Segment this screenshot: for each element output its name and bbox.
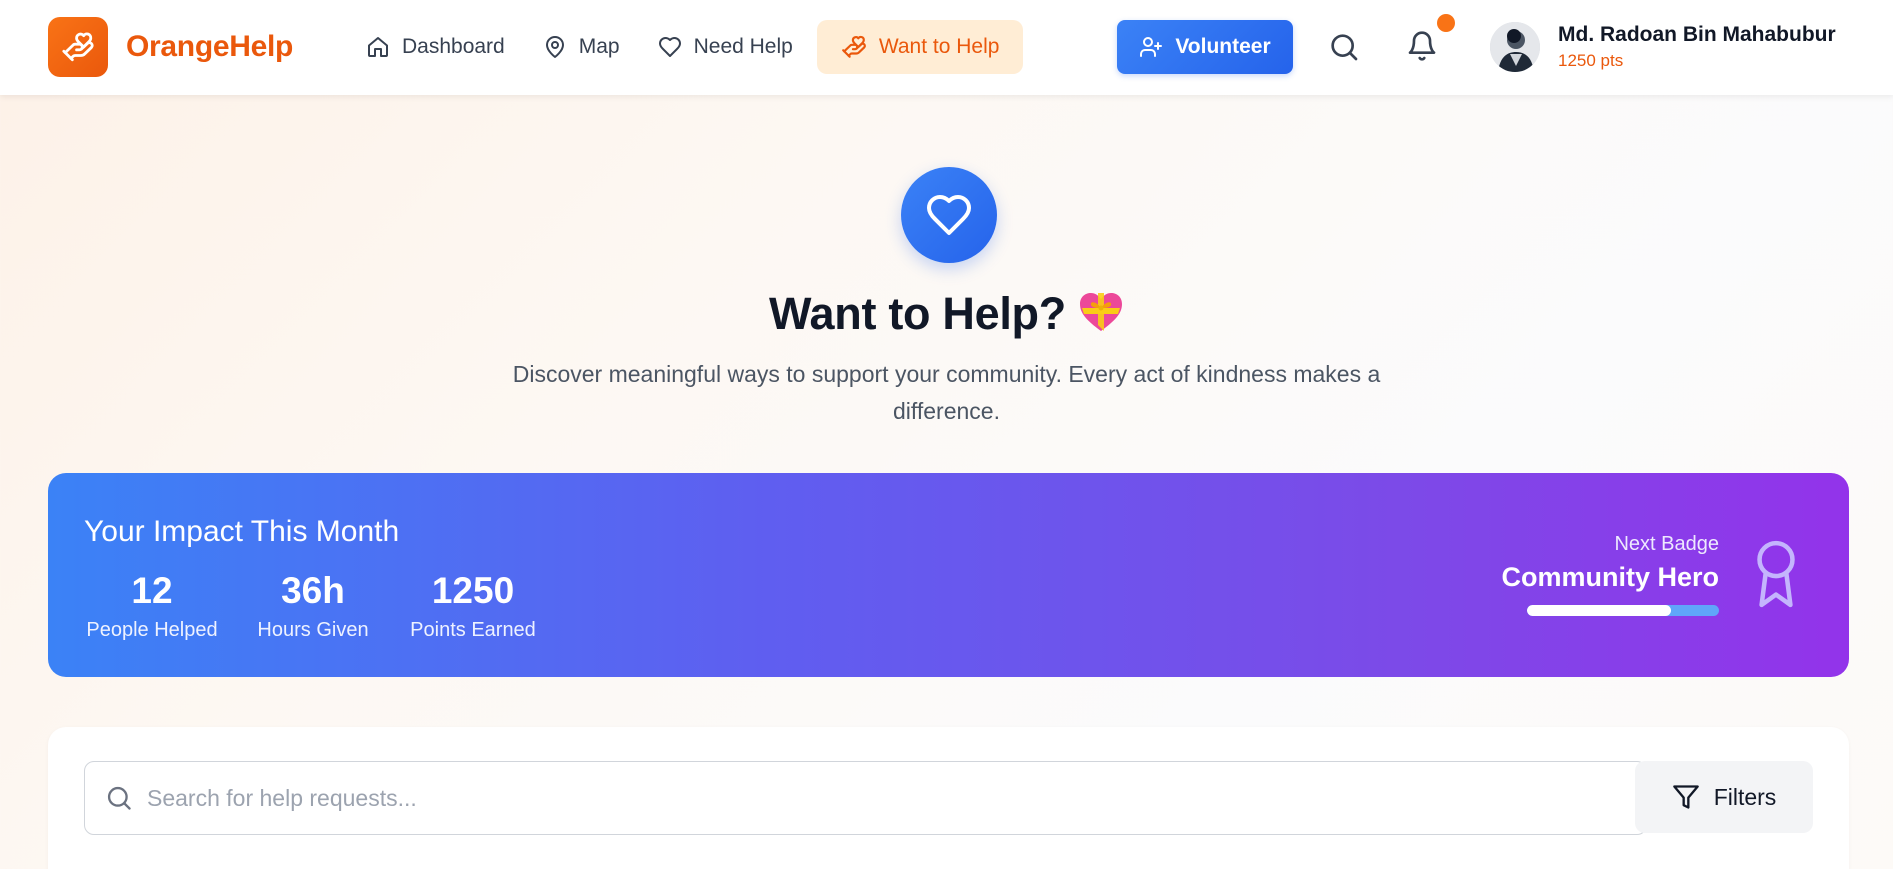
search-icon <box>1331 34 1358 61</box>
nav-label-map: Map <box>578 35 620 58</box>
impact-card: Your Impact This Month 12 People Helped … <box>48 473 1849 677</box>
hero-heart-icon <box>901 167 997 263</box>
avatar <box>1490 22 1540 72</box>
nav-label-want-to-help: Want to Help <box>878 35 1000 58</box>
nav-item-map[interactable]: Map <box>529 20 634 74</box>
stat-label: People Helped <box>86 619 218 641</box>
impact-title: Your Impact This Month <box>84 515 400 548</box>
user-name: Md. Radoan Bin Mahabubur <box>1558 23 1836 46</box>
top-header: OrangeHelp Dashboard Map Need Help Want … <box>0 0 1893 95</box>
user-points: 1250 pts <box>1558 51 1624 70</box>
stat-people-helped: 12 People Helped <box>84 569 220 642</box>
nav-item-dashboard[interactable]: Dashboard <box>352 20 519 74</box>
search-box[interactable] <box>84 761 1647 835</box>
page-subtitle: Discover meaningful ways to support your… <box>512 361 1381 424</box>
nav-item-need-help[interactable]: Need Help <box>644 20 807 74</box>
filter-icon <box>1672 785 1699 809</box>
badge-progress-fill <box>1527 605 1671 616</box>
home-icon <box>368 37 388 57</box>
notifications-button[interactable] <box>1406 30 1438 67</box>
user-profile[interactable]: Md. Radoan Bin Mahabubur 1250 pts <box>1490 22 1836 72</box>
next-badge: Next Badge Community Hero <box>1501 533 1719 616</box>
helping-hand-logo-icon <box>48 17 108 77</box>
stat-points-earned: 1250 Points Earned <box>405 569 541 642</box>
header-search-button[interactable] <box>1328 31 1360 68</box>
map-pin-icon <box>545 36 564 58</box>
stat-value: 1250 <box>431 570 515 611</box>
filters-button[interactable]: Filters <box>1635 761 1813 833</box>
next-badge-label: Next Badge <box>1614 533 1719 555</box>
page-title-text: Want to Help? <box>769 288 1066 339</box>
badge-progress-bar <box>1527 605 1719 616</box>
award-ribbon-icon <box>1751 539 1801 614</box>
stat-label: Points Earned <box>410 619 536 641</box>
search-panel: Filters <box>48 727 1849 869</box>
page-title: Want to Help? <box>0 288 1893 344</box>
volunteer-button[interactable]: Volunteer <box>1117 20 1293 74</box>
stat-label: Hours Given <box>257 619 369 641</box>
stat-value: 36h <box>281 570 345 611</box>
stat-value: 12 <box>131 570 173 611</box>
search-icon <box>107 786 131 810</box>
nav-label-dashboard: Dashboard <box>402 35 505 58</box>
heart-icon <box>658 37 681 57</box>
user-plus-icon <box>1140 37 1163 57</box>
brand[interactable]: OrangeHelp <box>48 17 293 77</box>
volunteer-label: Volunteer <box>1175 35 1271 58</box>
stat-hours-given: 36h Hours Given <box>255 569 371 642</box>
filters-label: Filters <box>1713 783 1777 810</box>
search-input[interactable] <box>147 784 1607 812</box>
gift-heart-icon <box>1078 291 1124 344</box>
bell-icon <box>1408 31 1436 61</box>
brand-name: OrangeHelp <box>126 30 294 63</box>
helping-hand-icon <box>841 35 866 58</box>
notification-dot <box>1437 14 1455 32</box>
user-info: Md. Radoan Bin Mahabubur 1250 pts <box>1558 23 1836 71</box>
next-badge-name: Community Hero <box>1501 562 1719 592</box>
main-nav: Dashboard Map Need Help Want to Help <box>352 20 1033 74</box>
nav-item-want-to-help[interactable]: Want to Help <box>816 20 1024 74</box>
nav-label-need-help: Need Help <box>693 35 793 58</box>
